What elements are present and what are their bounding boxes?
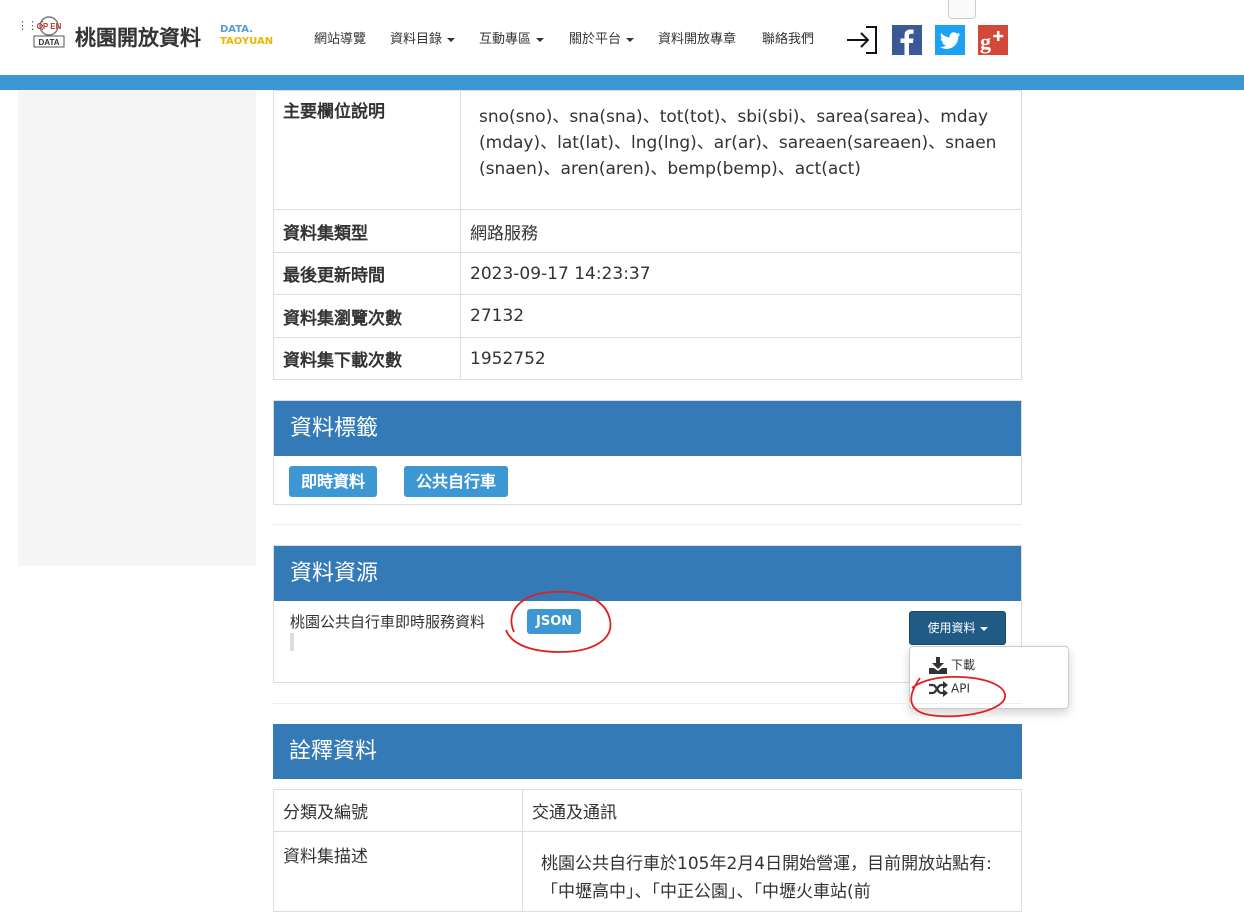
- use-data-button[interactable]: 使用資料: [909, 611, 1006, 645]
- table-row: 資料集下載次數 1952752: [273, 337, 1022, 380]
- site-subtitle-line2: TAOYUAN: [220, 36, 274, 47]
- metadata-table: 分類及編號 交通及通訊 資料集描述 桃園公共自行車於105年2月4日開始營運，目…: [273, 789, 1022, 912]
- tag-public-bike[interactable]: 公共自行車: [404, 466, 509, 497]
- field-value: 2023-09-17 14:23:37: [460, 252, 1022, 295]
- menu-item-download[interactable]: 下載: [928, 656, 975, 675]
- site-subtitle: DATA. TAOYUAN: [220, 24, 273, 48]
- resource-description-bar: [290, 633, 294, 651]
- field-value: 27132: [460, 294, 1022, 338]
- panel-title: 資料標籤: [274, 401, 1021, 456]
- field-value: sno(sno)、sna(sna)、tot(tot)、sbi(sbi)、sare…: [460, 90, 1022, 210]
- meta-key: 資料集描述: [273, 831, 523, 912]
- field-key: 資料集下載次數: [273, 337, 461, 380]
- use-data-menu: 下載 API: [909, 646, 1069, 709]
- field-value: 1952752: [460, 337, 1022, 380]
- header-accent-bar: [0, 75, 1244, 90]
- table-row: 最後更新時間 2023-09-17 14:23:37: [273, 252, 1022, 295]
- download-icon: [929, 656, 947, 674]
- nav-contact[interactable]: 聯絡我們: [762, 28, 814, 47]
- metadata-panel: 詮釋資料: [273, 724, 1022, 780]
- site-subtitle-line1: DATA.: [220, 24, 254, 35]
- caret-down-icon: [536, 37, 545, 42]
- divider: [273, 524, 1022, 525]
- nav-interactive[interactable]: 互動專區: [479, 28, 545, 47]
- facebook-icon[interactable]: [892, 25, 922, 55]
- nav-data-catalog[interactable]: 資料目錄: [390, 28, 456, 47]
- divider: [273, 703, 1022, 704]
- meta-value: 桃園公共自行車於105年2月4日開始營運，目前開放站點有:「中壢高中」、「中正公…: [522, 831, 1022, 912]
- field-key: 最後更新時間: [273, 252, 461, 295]
- nav-label: 互動專區: [479, 32, 532, 47]
- twitter-icon[interactable]: [935, 25, 965, 55]
- menu-item-api[interactable]: API: [928, 681, 970, 697]
- logo-bottom-text: DATA: [38, 38, 59, 47]
- panel-title: 詮釋資料: [273, 724, 1022, 779]
- table-row: 分類及編號 交通及通訊: [273, 789, 1022, 832]
- caret-down-icon: [447, 37, 456, 42]
- field-key: 主要欄位說明: [273, 90, 461, 210]
- meta-value: 交通及通訊: [522, 789, 1022, 832]
- caret-down-icon: [979, 626, 988, 631]
- google-plus-icon[interactable]: g: [978, 25, 1008, 55]
- nav-site-map[interactable]: 網站導覽: [314, 28, 366, 47]
- sidebar: [18, 90, 256, 566]
- nav-open-data-chapter[interactable]: 資料開放專章: [658, 28, 736, 47]
- table-row: 資料集瀏覽次數 27132: [273, 294, 1022, 338]
- site-logo[interactable]: OP EN DATA: [33, 16, 65, 48]
- site-header: ⋮⋮⋮ OP EN DATA 桃園開放資料 DATA. TAOYUAN 網站導覽…: [0, 0, 1244, 75]
- tags-panel: 資料標籤 即時資料 公共自行車: [273, 400, 1022, 505]
- nav-label: 資料目錄: [390, 32, 443, 47]
- menu-item-label: 下載: [951, 658, 976, 672]
- menu-item-label: API: [951, 681, 970, 696]
- caret-down-icon: [626, 37, 635, 42]
- svg-text:g: g: [980, 29, 991, 54]
- table-row: 資料集描述 桃園公共自行車於105年2月4日開始營運，目前開放站點有:「中壢高中…: [273, 831, 1022, 912]
- shuffle-icon: [929, 681, 948, 697]
- panel-title: 資料資源: [274, 546, 1021, 601]
- nav-label: 聯絡我們: [762, 32, 815, 47]
- nav-about[interactable]: 關於平台: [569, 28, 635, 47]
- use-data-label: 使用資料: [927, 621, 976, 635]
- logo-top-text: OP EN: [37, 22, 62, 31]
- nav-label: 資料開放專章: [658, 32, 737, 47]
- tag-realtime[interactable]: 即時資料: [289, 466, 378, 497]
- scrollbar-thumb[interactable]: [948, 0, 976, 19]
- meta-key: 分類及編號: [273, 789, 523, 832]
- nav-label: 網站導覽: [314, 32, 367, 47]
- field-key: 資料集類型: [273, 209, 461, 253]
- dataset-info-table: 主要欄位說明 sno(sno)、sna(sna)、tot(tot)、sbi(sb…: [273, 90, 1022, 380]
- table-row: 資料集類型 網路服務: [273, 209, 1022, 253]
- resource-name[interactable]: 桃園公共自行車即時服務資料: [290, 611, 485, 632]
- site-title[interactable]: 桃園開放資料: [75, 22, 201, 52]
- nav-label: 關於平台: [569, 32, 622, 47]
- table-row: 主要欄位說明 sno(sno)、sna(sna)、tot(tot)、sbi(sb…: [273, 90, 1022, 210]
- format-badge-json[interactable]: JSON: [527, 609, 582, 634]
- login-icon[interactable]: [846, 25, 877, 55]
- field-value: 網路服務: [460, 209, 1022, 253]
- field-key: 資料集瀏覽次數: [273, 294, 461, 338]
